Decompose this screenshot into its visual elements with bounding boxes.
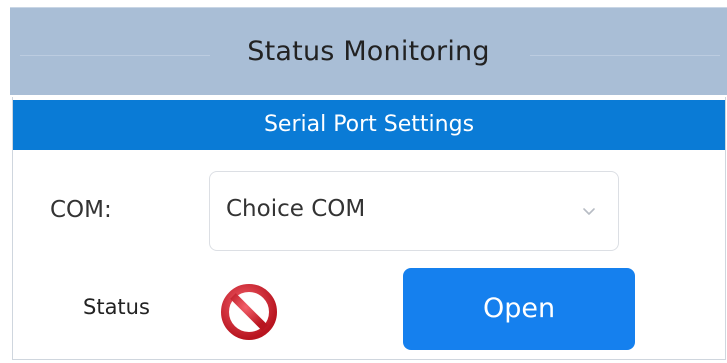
open-button[interactable]: Open <box>403 268 635 350</box>
com-label: COM: <box>50 197 112 223</box>
com-select[interactable]: Choice COM <box>209 171 619 251</box>
prohibited-icon <box>221 284 277 340</box>
title-bar: Status Monitoring <box>10 7 727 95</box>
app-window: Status Monitoring Serial Port Settings C… <box>0 0 727 363</box>
chevron-down-icon <box>583 208 595 215</box>
panel-header: Serial Port Settings <box>13 100 725 150</box>
com-select-value: Choice COM <box>226 196 366 222</box>
serial-port-panel: Serial Port Settings COM: Choice COM Sta… <box>12 97 726 360</box>
page-title: Status Monitoring <box>247 36 490 67</box>
status-label: Status <box>83 295 150 319</box>
